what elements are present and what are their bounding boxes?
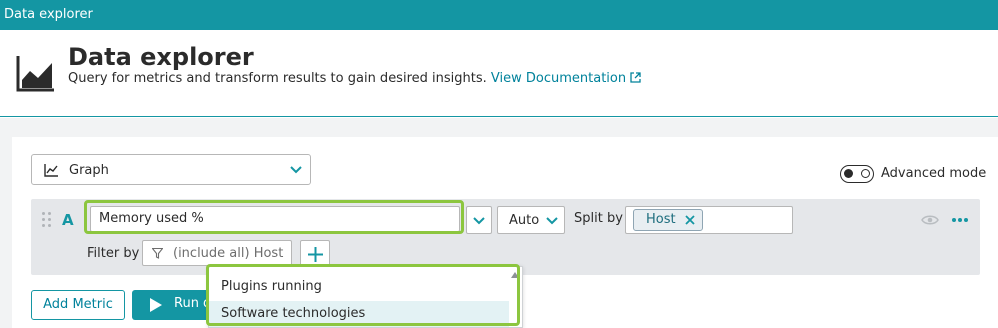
aggregation-label: Auto <box>509 213 540 228</box>
chevron-down-icon <box>546 217 558 225</box>
split-by-label: Split by <box>574 211 623 226</box>
run-query-button[interactable]: Run q <box>132 290 212 320</box>
run-query-label: Run q <box>174 296 212 311</box>
chevron-down-icon <box>290 166 302 174</box>
add-metric-button[interactable]: Add Metric <box>31 290 125 320</box>
page-header: Data explorer Query for metrics and tran… <box>0 30 998 117</box>
app-title-bar: Data explorer <box>0 0 998 30</box>
page-title: Data explorer <box>68 43 254 71</box>
area-chart-icon <box>16 56 54 92</box>
view-documentation-link[interactable]: View Documentation <box>491 71 641 86</box>
split-tag-label: Host <box>646 212 676 227</box>
subtitle-text: Query for metrics and transform results … <box>68 71 487 86</box>
eye-icon[interactable] <box>921 214 939 226</box>
aggregation-select[interactable]: Auto <box>497 206 565 234</box>
plus-icon <box>308 247 323 262</box>
visualization-label: Graph <box>69 163 109 178</box>
external-link-icon <box>630 72 641 83</box>
advanced-mode-toggle[interactable] <box>840 165 874 183</box>
toggle-knob <box>844 169 853 178</box>
remove-tag-icon[interactable] <box>685 215 695 225</box>
add-filter-button[interactable] <box>300 240 330 268</box>
dropdown-item-software-technologies[interactable]: Software technologies <box>209 301 509 327</box>
metric-input[interactable]: Memory used % <box>90 206 460 232</box>
doc-link-label: View Documentation <box>490 71 627 86</box>
query-letter: A <box>62 211 74 229</box>
advanced-mode-label: Advanced mode <box>881 166 987 181</box>
visualization-select[interactable]: Graph <box>31 154 311 185</box>
filter-icon <box>152 248 163 259</box>
line-chart-icon <box>44 164 58 177</box>
dropdown-item-plugins-running[interactable]: Plugins running <box>209 274 509 300</box>
scroll-up-icon[interactable] <box>511 271 519 279</box>
app-title: Data explorer <box>4 7 93 22</box>
page-subtitle: Query for metrics and transform results … <box>68 71 641 86</box>
filter-placeholder: (include all) Host <box>173 246 284 261</box>
drag-handle-icon[interactable] <box>42 212 52 228</box>
chevron-down-icon <box>473 217 485 225</box>
metric-dropdown-button[interactable] <box>466 206 492 234</box>
metric-suggestions-dropdown: Plugins running Software technologies <box>208 266 523 328</box>
more-options-icon[interactable] <box>951 217 969 223</box>
play-icon <box>150 298 162 312</box>
filter-input[interactable]: (include all) Host <box>142 240 292 266</box>
split-by-tag-host: Host <box>633 209 703 231</box>
toggle-off-indicator <box>861 169 870 178</box>
filter-by-label: Filter by <box>87 246 140 261</box>
